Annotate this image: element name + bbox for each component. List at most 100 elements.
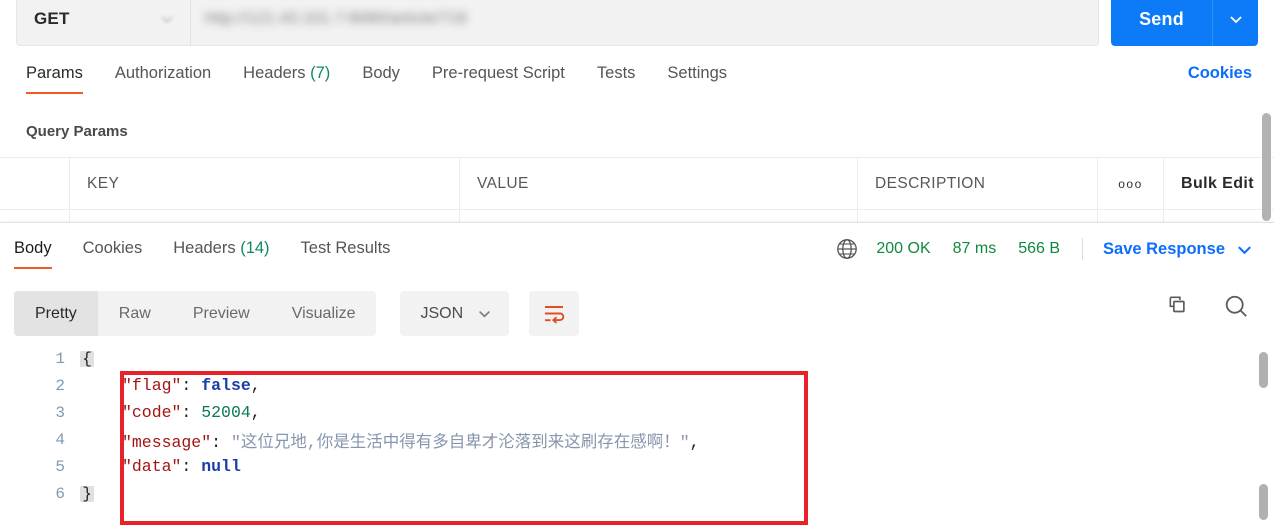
response-tab-headers-count: (14) — [240, 239, 270, 257]
json-quote-close: " — [679, 432, 690, 452]
url-bar-row: GET http://121.43.101.7:8080/article/716… — [16, 0, 1258, 46]
tab-body-label: Body — [362, 64, 400, 82]
code-content: "message": "这位兄地,你是生活中得有多自卑才沦落到来这刷存在感啊！"… — [98, 428, 700, 452]
request-url-text: http://121.43.101.7:8080/article/716 — [205, 10, 468, 27]
http-method-select[interactable]: GET — [17, 0, 191, 45]
cookies-link[interactable]: Cookies — [1188, 64, 1252, 83]
tab-pre-request-script[interactable]: Pre-request Script — [432, 64, 565, 94]
tab-headers-label: Headers — [243, 64, 306, 82]
send-options-button[interactable] — [1212, 0, 1258, 46]
http-method-label: GET — [34, 9, 70, 28]
chevron-down-icon — [1229, 16, 1242, 24]
tab-headers[interactable]: Headers (7) — [243, 64, 330, 94]
word-wrap-icon — [545, 305, 565, 324]
code-content: "flag": false, — [98, 376, 261, 395]
response-tab-body[interactable]: Body — [14, 239, 52, 269]
fold-marker[interactable]: { — [76, 349, 98, 368]
line-number: 5 — [55, 457, 65, 476]
json-comma: , — [250, 376, 261, 395]
select-all-checkbox-cell[interactable] — [0, 158, 70, 209]
table-row[interactable]: Key Value Description ooo — [0, 210, 1274, 222]
search-icon[interactable] — [1223, 293, 1250, 320]
view-mode-visualize[interactable]: Visualize — [271, 291, 377, 336]
code-line: 1 { — [0, 345, 1274, 372]
tab-settings[interactable]: Settings — [667, 64, 727, 94]
code-line: 3 "code": 52004, — [0, 399, 1274, 426]
word-wrap-button[interactable] — [529, 291, 580, 336]
response-body-scrollbar-thumb-top[interactable] — [1259, 352, 1268, 388]
request-panel: GET http://121.43.101.7:8080/article/716… — [0, 0, 1274, 222]
json-colon: : — [211, 432, 222, 452]
json-key: "code" — [122, 403, 182, 422]
response-tab-test-results-label: Test Results — [300, 239, 391, 257]
response-tab-cookies-label: Cookies — [82, 239, 143, 257]
code-line: 2 "flag": false, — [0, 372, 1274, 399]
chevron-down-icon — [161, 16, 173, 24]
response-tab-body-label: Body — [14, 239, 52, 257]
response-meta-bar: 200 OK 87 ms 566 B Save Response — [835, 237, 1254, 261]
line-number: 3 — [55, 403, 65, 422]
bulk-edit-button[interactable]: Bulk Edit — [1164, 158, 1274, 209]
column-header-key: KEY — [70, 158, 460, 209]
close-brace: } — [80, 484, 94, 503]
response-panel: Body Cookies Headers (14) Test Results 2… — [0, 222, 1274, 530]
json-value: 这位兄地,你是生活中得有多自卑才沦落到来这刷存在感啊！ — [240, 432, 680, 452]
postman-window: GET http://121.43.101.7:8080/article/716… — [0, 0, 1274, 530]
response-tab-cookies[interactable]: Cookies — [83, 239, 143, 269]
tab-tests-label: Tests — [596, 64, 636, 82]
tab-authorization[interactable]: Authorization — [115, 64, 211, 94]
row-more-icon[interactable]: ooo — [1098, 210, 1164, 222]
json-value: null — [201, 457, 241, 476]
view-mode-pretty[interactable]: Pretty — [14, 291, 98, 336]
column-header-description: DESCRIPTION — [858, 158, 1098, 209]
table-header-row: KEY VALUE DESCRIPTION ooo Bulk Edit — [0, 158, 1274, 210]
query-params-title: Query Params — [26, 123, 128, 140]
json-colon: : — [181, 457, 192, 476]
json-comma: , — [689, 432, 700, 452]
code-line: 4 "message": "这位兄地,你是生活中得有多自卑才沦落到来这刷存在感啊… — [0, 426, 1274, 453]
open-brace: { — [80, 349, 94, 368]
tab-params[interactable]: Params — [26, 64, 83, 94]
fold-marker[interactable]: } — [76, 484, 98, 503]
request-url-input[interactable]: http://121.43.101.7:8080/article/716 — [191, 0, 1098, 45]
response-tab-test-results[interactable]: Test Results — [301, 239, 391, 269]
line-number: 1 — [55, 349, 65, 368]
line-number: 6 — [55, 484, 65, 503]
tab-body[interactable]: Body — [362, 64, 400, 94]
response-status: 200 OK — [876, 240, 931, 257]
response-body-scrollbar-thumb-bottom[interactable] — [1259, 484, 1268, 520]
json-colon: : — [181, 403, 192, 422]
save-response-button[interactable]: Save Response — [1103, 240, 1225, 259]
tab-pre-request-script-label: Pre-request Script — [431, 64, 565, 82]
query-params-table: KEY VALUE DESCRIPTION ooo Bulk Edit Key … — [0, 157, 1274, 222]
response-body-editor[interactable]: 1 { 2 "flag": false, 3 "code": 52004, 4 … — [0, 345, 1274, 530]
meta-divider — [1082, 238, 1084, 260]
send-button[interactable]: Send — [1111, 0, 1212, 46]
response-action-icons — [1162, 293, 1250, 320]
response-format-label: JSON — [420, 304, 464, 322]
response-format-select[interactable]: JSON — [400, 291, 510, 336]
json-key: "data" — [122, 457, 182, 476]
code-content: "code": 52004, — [98, 403, 261, 422]
chevron-down-icon[interactable] — [1235, 240, 1254, 259]
globe-icon[interactable] — [835, 237, 859, 261]
view-mode-segmented-control: Pretty Raw Preview Visualize — [14, 291, 377, 336]
response-view-toolbar: Pretty Raw Preview Visualize JSON — [14, 291, 580, 336]
view-mode-preview[interactable]: Preview — [172, 291, 271, 336]
json-key: "message" — [122, 432, 212, 452]
json-comma: , — [250, 403, 261, 422]
json-value: 52004 — [201, 403, 251, 422]
json-quote-open: " — [230, 432, 241, 452]
more-options-icon[interactable]: ooo — [1098, 158, 1164, 209]
row-checkbox[interactable] — [0, 210, 70, 222]
request-panel-scrollbar[interactable] — [1262, 113, 1271, 221]
copy-icon[interactable] — [1162, 294, 1187, 319]
json-value: false — [201, 376, 251, 395]
line-number: 2 — [55, 376, 65, 395]
view-mode-raw[interactable]: Raw — [98, 291, 172, 336]
code-line: 5 "data": null — [0, 453, 1274, 480]
tab-tests[interactable]: Tests — [597, 64, 636, 94]
response-tab-headers[interactable]: Headers (14) — [173, 239, 269, 269]
tab-headers-count: (7) — [310, 64, 331, 82]
request-tab-bar: Params Authorization Headers (7) Body Pr… — [0, 64, 1274, 106]
